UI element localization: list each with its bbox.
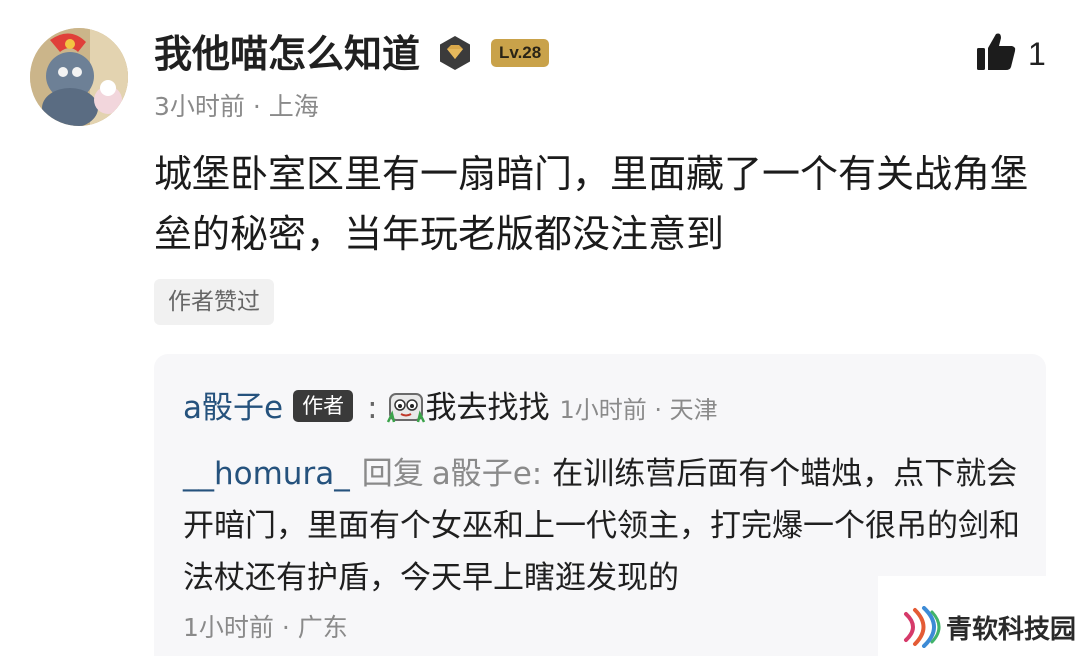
sound-wave-logo-icon — [902, 606, 944, 648]
reply-target-username[interactable]: a骰子e — [432, 456, 532, 492]
author-liked-tag: 作者赞过 — [154, 279, 274, 325]
reply-meta: 1小时前 · 广东 — [183, 613, 348, 642]
watermark-text: 青软科技园 — [946, 615, 1077, 645]
username[interactable]: 我他喵怎么知道 — [154, 30, 420, 78]
author-tag: 作者 — [293, 389, 354, 422]
peeking-frog-emoji-icon — [386, 386, 426, 426]
reply-item[interactable]: a骰子e 作者: 我去找找 1小时前 · 天津 — [183, 386, 718, 432]
thumbs-up-icon[interactable] — [974, 30, 1018, 74]
reply-text: 我去找找 — [425, 390, 550, 426]
reply-to-label: 回复 — [361, 456, 424, 492]
comment-content: 城堡卧室区里有一扇暗门，里面藏了一个有关战角堡垒的秘密，当年玩老版都没注意到 — [154, 152, 1029, 256]
reply-colon: : — [531, 456, 543, 492]
diamond-badge-icon — [436, 34, 474, 72]
avatar[interactable] — [30, 28, 128, 126]
post-meta: 3小时前 · 上海 — [154, 92, 319, 121]
reply-colon: : — [367, 390, 378, 426]
comment-page: 我他喵怎么知道 Lv.28 1 3小时前 · 上海 城堡卧室区里有一扇暗门，里面… — [0, 0, 1080, 656]
reply-username[interactable]: a骰子e — [183, 390, 283, 426]
like-count: 1 — [1028, 36, 1046, 72]
reply-username[interactable]: __homura_ — [183, 456, 350, 492]
reply-time: 1小时前 · 天津 — [559, 396, 718, 424]
level-badge: Lv.28 — [491, 39, 550, 67]
avatar-image — [30, 28, 128, 126]
